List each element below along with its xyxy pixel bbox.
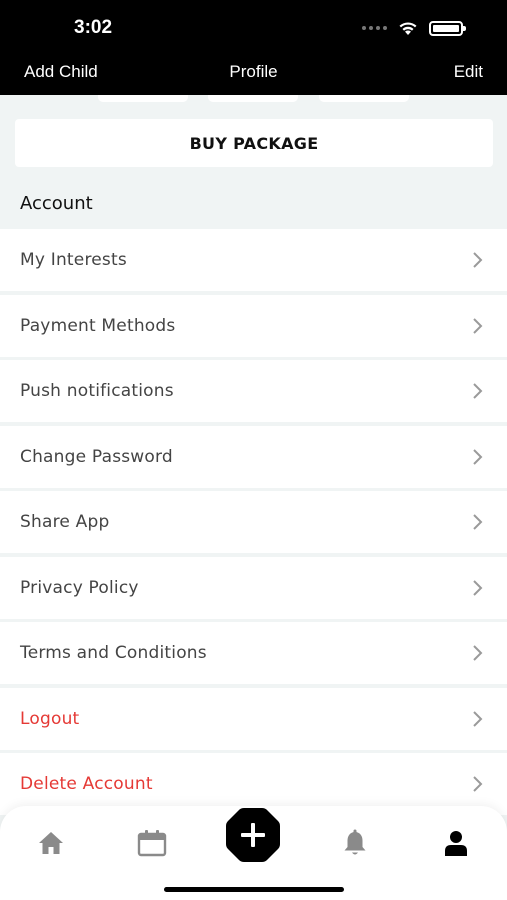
top-header: 3:02 Add Child Profile Edit (0, 0, 507, 95)
menu-item-label: Payment Methods (20, 315, 176, 336)
account-menu-list: My Interests Payment Methods Push notifi… (0, 229, 507, 819)
menu-item-privacy-policy[interactable]: Privacy Policy (0, 556, 507, 619)
profile-icon (445, 831, 467, 856)
menu-item-label: Logout (20, 708, 80, 729)
menu-item-label: Share App (20, 512, 110, 532)
chevron-right-icon (473, 776, 483, 792)
menu-item-share-app[interactable]: Share App (0, 491, 507, 553)
menu-item-push-notifications[interactable]: Push notifications (0, 360, 507, 422)
status-time: 3:02 (74, 17, 113, 38)
menu-item-label: Terms and Conditions (20, 643, 207, 663)
wifi-icon (397, 20, 419, 36)
bottom-tab-bar (0, 806, 507, 900)
edit-button[interactable]: Edit (454, 62, 483, 82)
stat-card (208, 95, 298, 102)
menu-item-label: Privacy Policy (20, 577, 139, 598)
chevron-right-icon (473, 645, 483, 661)
signal-icon (362, 26, 387, 30)
menu-item-payment-methods[interactable]: Payment Methods (0, 294, 507, 357)
home-indicator (164, 887, 344, 892)
chevron-right-icon (473, 579, 483, 596)
bell-icon (344, 829, 366, 855)
menu-item-my-interests[interactable]: My Interests (0, 229, 507, 291)
tab-notifications[interactable] (340, 828, 370, 858)
menu-item-label: Push notifications (20, 381, 174, 401)
stat-card (319, 95, 409, 102)
menu-item-logout[interactable]: Logout (0, 687, 507, 750)
section-title-account: Account (20, 193, 93, 214)
chevron-right-icon (473, 514, 483, 530)
tab-home[interactable] (36, 828, 66, 858)
menu-item-label: Change Password (20, 446, 173, 467)
tab-calendar[interactable] (137, 828, 167, 858)
chevron-right-icon (473, 383, 483, 399)
stat-card (98, 95, 188, 102)
chevron-right-icon (473, 710, 483, 727)
menu-item-terms-and-conditions[interactable]: Terms and Conditions (0, 622, 507, 684)
add-child-button[interactable]: Add Child (24, 62, 98, 82)
menu-item-label: Delete Account (20, 774, 153, 794)
stat-cards-edge (0, 95, 507, 103)
battery-icon (429, 20, 466, 36)
create-button[interactable] (224, 806, 282, 864)
tab-profile[interactable] (441, 828, 471, 858)
home-icon (39, 832, 63, 854)
calendar-icon (137, 830, 167, 857)
chevron-right-icon (473, 252, 483, 268)
chevron-right-icon (473, 448, 483, 465)
chevron-right-icon (473, 317, 483, 334)
menu-item-change-password[interactable]: Change Password (0, 425, 507, 488)
buy-package-button[interactable]: BUY PACKAGE (15, 119, 493, 167)
menu-item-label: My Interests (20, 250, 127, 270)
plus-icon (226, 808, 280, 862)
status-icons (362, 20, 466, 36)
